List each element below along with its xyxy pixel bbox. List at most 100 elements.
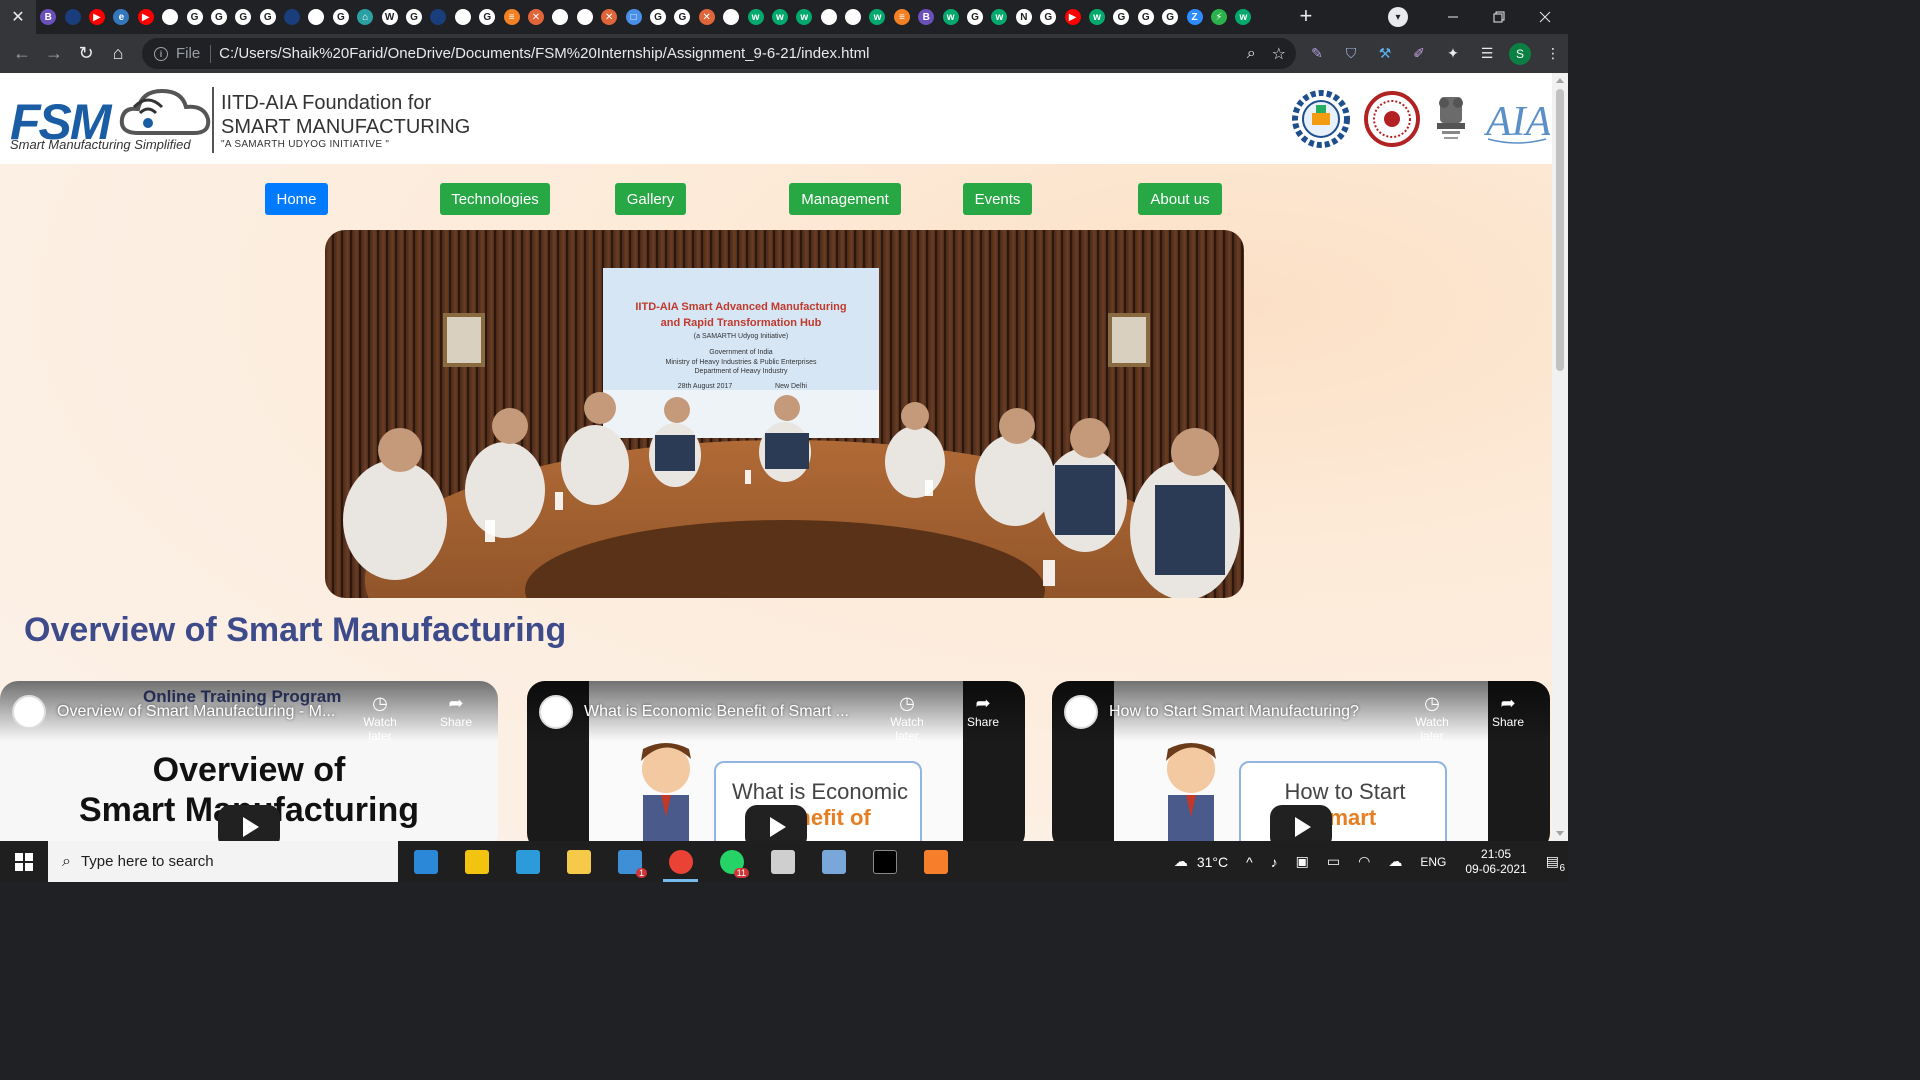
video-title[interactable]: Overview of Smart Manufacturing - M...	[57, 703, 335, 721]
browser-tab[interactable]	[817, 0, 841, 34]
shield-extension-icon[interactable]: ⛉	[1339, 42, 1363, 66]
video-embed[interactable]: What is Economic Benefit of What is Econom…	[527, 681, 1025, 841]
volume-icon[interactable]: ♪	[1271, 854, 1278, 870]
browser-tab[interactable]	[841, 0, 865, 34]
reading-list-icon[interactable]: ☰	[1475, 42, 1499, 66]
notification-center-icon[interactable]: ▤ 6	[1546, 853, 1565, 874]
browser-tab[interactable]: G	[1134, 0, 1158, 34]
scrollbar-thumb[interactable]	[1556, 89, 1564, 371]
clock[interactable]: 21:05 09-06-2021	[1465, 847, 1526, 877]
browser-tab[interactable]: G	[256, 0, 280, 34]
weather-temp[interactable]: 31°C	[1197, 854, 1228, 870]
nav-technologies-button[interactable]: Technologies	[440, 183, 550, 215]
taskbar-search-box[interactable]: ⌕ Type here to search	[48, 841, 398, 882]
taskbar-file-explorer-button[interactable]	[553, 841, 604, 882]
browser-tab[interactable]: e	[109, 0, 133, 34]
nav-about-us-button[interactable]: About us	[1138, 183, 1222, 215]
watch-later-button[interactable]: ◷ Watch later	[1406, 693, 1458, 743]
browser-tab[interactable]	[426, 0, 450, 34]
nav-home-button[interactable]: Home	[265, 183, 328, 215]
browser-tab[interactable]: G	[646, 0, 670, 34]
onedrive-icon[interactable]: ☁	[1388, 853, 1402, 870]
video-embed[interactable]: How to Start Smart How to Start Smart Manu…	[1052, 681, 1550, 841]
browser-tab[interactable]	[158, 0, 182, 34]
browser-tab[interactable]: ✕	[597, 0, 621, 34]
close-window-button[interactable]	[1522, 0, 1568, 34]
info-icon[interactable]: i	[154, 46, 168, 61]
bookmark-star-icon[interactable]: ☆	[1272, 44, 1286, 64]
browser-tab[interactable]: G	[182, 0, 206, 34]
wifi-icon[interactable]: ◠	[1358, 853, 1370, 870]
minimize-button[interactable]	[1430, 0, 1476, 34]
tools-extension-icon[interactable]: ⚒	[1373, 42, 1397, 66]
browser-tab[interactable]: w	[938, 0, 962, 34]
browser-tab[interactable]: □	[621, 0, 645, 34]
browser-tab[interactable]: G	[1158, 0, 1182, 34]
fsm-logo[interactable]: FSM Smart Manufacturing Simplified	[10, 79, 211, 157]
browser-tab[interactable]: G	[475, 0, 499, 34]
browser-tab[interactable]: B	[914, 0, 938, 34]
share-button[interactable]: ➦ Share	[957, 693, 1009, 729]
scroll-up-arrow-icon[interactable]	[1556, 78, 1564, 83]
browser-tab[interactable]: B	[36, 0, 60, 34]
browser-tab[interactable]: ≡	[499, 0, 523, 34]
nav-management-button[interactable]: Management	[789, 183, 901, 215]
browser-tab[interactable]: ⌂	[353, 0, 377, 34]
video-embed[interactable]: Online Training ProgramOverview ofSmart …	[0, 681, 498, 841]
browser-tab[interactable]: ✕	[695, 0, 719, 34]
browser-tab[interactable]: N	[1012, 0, 1036, 34]
browser-tab[interactable]	[719, 0, 743, 34]
browser-tab[interactable]	[1256, 0, 1280, 34]
browser-tab[interactable]: G	[670, 0, 694, 34]
tab-search-button[interactable]: ▾	[1388, 7, 1408, 27]
taskbar-terminal-button[interactable]	[859, 841, 910, 882]
browser-tab[interactable]: G	[329, 0, 353, 34]
watch-later-button[interactable]: ◷ Watch later	[881, 693, 933, 743]
browser-tab[interactable]	[304, 0, 328, 34]
browser-tab[interactable]: ▶	[1060, 0, 1084, 34]
weather-icon[interactable]: ☁	[1174, 853, 1188, 870]
browser-tab[interactable]: G	[1036, 0, 1060, 34]
channel-avatar[interactable]	[12, 695, 46, 729]
taskbar-mail-button[interactable]: 1	[604, 841, 655, 882]
taskbar-edge-button[interactable]	[400, 841, 451, 882]
browser-tab[interactable]	[451, 0, 475, 34]
browser-tab[interactable]: G	[207, 0, 231, 34]
taskbar-sublime-button[interactable]	[910, 841, 961, 882]
video-title[interactable]: What is Economic Benefit of Smart ...	[584, 703, 849, 721]
browser-tab[interactable]	[60, 0, 84, 34]
taskbar-settings-button[interactable]	[757, 841, 808, 882]
browser-tab[interactable]: w	[792, 0, 816, 34]
vertical-scrollbar[interactable]	[1552, 73, 1568, 841]
browser-tab[interactable]	[280, 0, 304, 34]
new-tab-button[interactable]: +	[1294, 5, 1318, 29]
tab-close-button[interactable]: ✕	[0, 0, 36, 34]
play-button[interactable]	[1270, 805, 1332, 841]
color-picker-extension-icon[interactable]: ✐	[1407, 42, 1431, 66]
meet-now-icon[interactable]: ▣	[1296, 853, 1309, 870]
scroll-down-arrow-icon[interactable]	[1556, 831, 1564, 836]
nav-events-button[interactable]: Events	[963, 183, 1032, 215]
play-button[interactable]	[218, 805, 280, 841]
browser-tab[interactable]: G	[963, 0, 987, 34]
browser-tab[interactable]: ▶	[85, 0, 109, 34]
browser-tab[interactable]: ✕	[524, 0, 548, 34]
pen-extension-icon[interactable]: ✎	[1305, 42, 1329, 66]
nav-gallery-button[interactable]: Gallery	[615, 183, 686, 215]
language-indicator[interactable]: ENG	[1420, 855, 1446, 869]
browser-tab[interactable]: w	[865, 0, 889, 34]
taskbar-vscode-button[interactable]	[502, 841, 553, 882]
battery-icon[interactable]: ▭	[1327, 853, 1340, 870]
zoom-icon[interactable]: ⌕	[1247, 45, 1256, 63]
back-button[interactable]: ←	[6, 38, 38, 70]
taskbar-chrome-button[interactable]	[655, 841, 706, 882]
browser-tab[interactable]	[548, 0, 572, 34]
taskbar-store-button[interactable]	[451, 841, 502, 882]
browser-tab[interactable]: w	[1231, 0, 1255, 34]
share-button[interactable]: ➦ Share	[1482, 693, 1534, 729]
browser-tab[interactable]: G	[402, 0, 426, 34]
video-title[interactable]: How to Start Smart Manufacturing?	[1109, 703, 1359, 721]
menu-kebab-icon[interactable]: ⋮	[1541, 42, 1565, 66]
home-button[interactable]: ⌂	[102, 38, 134, 70]
taskbar-postgres-button[interactable]	[808, 841, 859, 882]
